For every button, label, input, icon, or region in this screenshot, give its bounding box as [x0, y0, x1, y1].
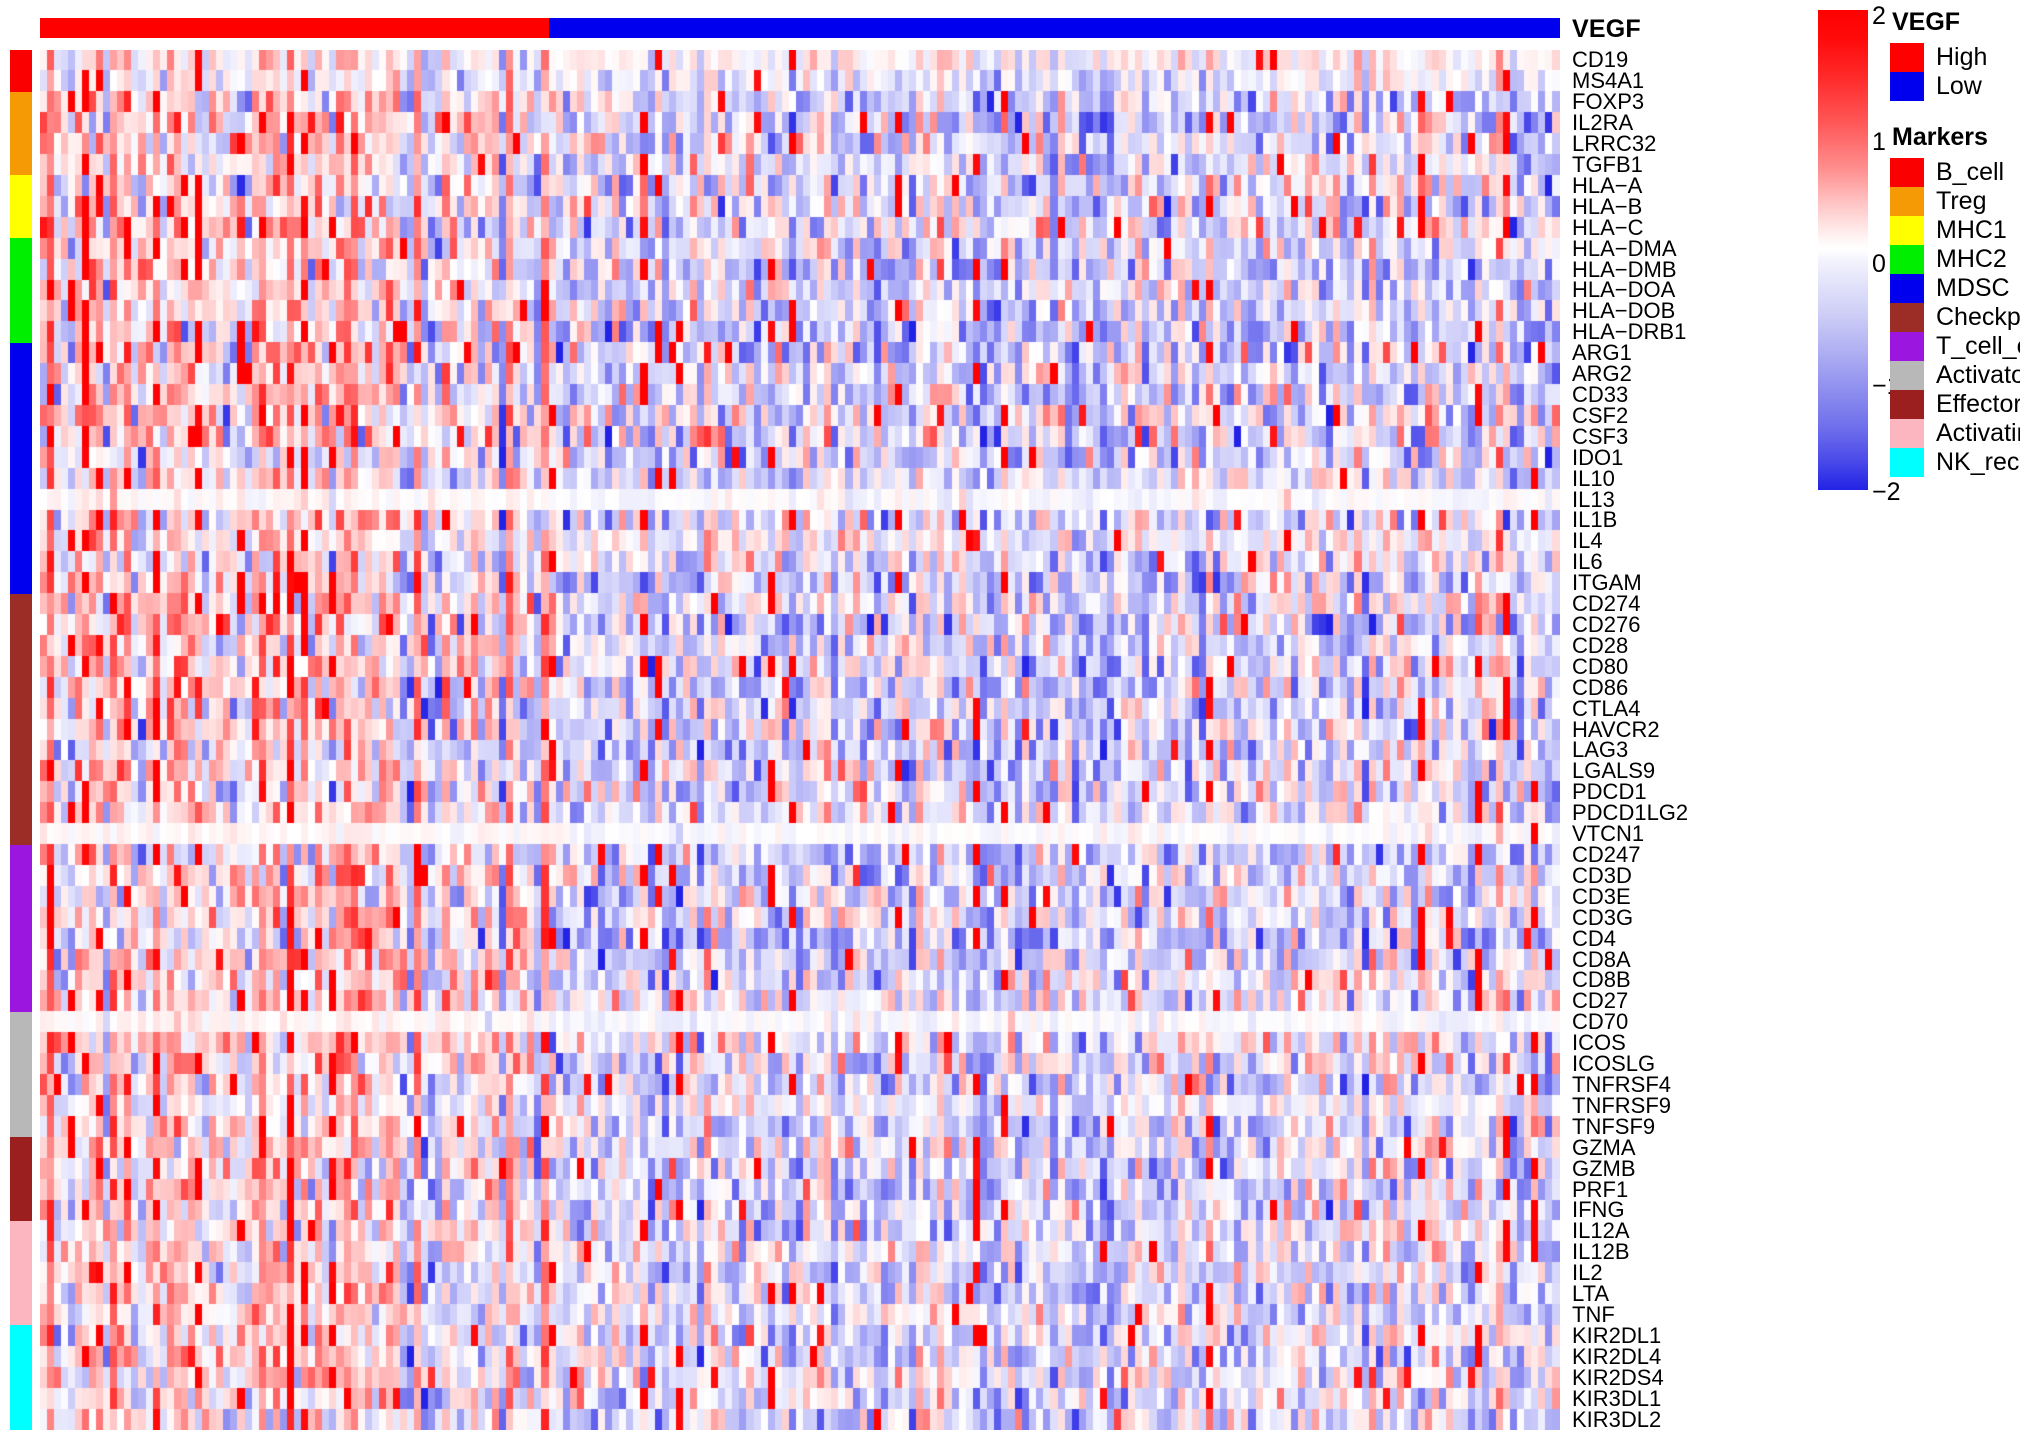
legend-item[interactable]: B_cell [1890, 158, 2020, 187]
legend-item-label: Activating_cytokine [1936, 419, 2020, 447]
vegf-annotation-segment-low [549, 18, 1560, 38]
legend-markers: Markers B_cellTregMHC1MHC2MDSCCheckpointT… [1890, 123, 2020, 477]
legend-item-label: Effector_protein [1936, 390, 2020, 418]
legend-swatch-icon [1890, 303, 1924, 332]
legend-title: VEGF [1892, 8, 1961, 36]
marker-row-annotation-bar [10, 50, 32, 1430]
legend-item[interactable]: T_cell_coreceptor [1890, 332, 2020, 361]
legend-item[interactable]: Effector_protein [1890, 390, 2020, 419]
legend-item-label: NK_receptor [1936, 448, 2020, 476]
legend-item[interactable]: High [1890, 43, 2020, 72]
legend-item[interactable]: Activator [1890, 361, 2020, 390]
row-annotation-treg [10, 91, 32, 176]
legend-item-label: MDSC [1936, 274, 2010, 302]
legend-item-label: Checkpoint [1936, 303, 2020, 331]
legend-column: VEGF High Low Markers B_cell Treg MHC1 MHC2 MDSC… [1890, 8, 2020, 499]
legend-swatch-icon [1890, 419, 1924, 448]
legend-swatch-icon [1890, 390, 1924, 419]
row-annotation-t_cell_coreceptor [10, 844, 32, 1012]
legend-swatch-icon [1890, 187, 1924, 216]
legend-item[interactable]: Treg [1890, 187, 2020, 216]
legend-item[interactable]: MHC2 [1890, 245, 2020, 274]
vegf-annotation-label: VEGF [1572, 15, 1641, 43]
gene-label-column: CD19 MS4A1 FOXP3 IL2RA LRRC32 TGFB1 HLA−A HLA−B… [1572, 49, 1792, 1432]
row-annotation-checkpoint [10, 593, 32, 845]
legend-item[interactable]: MHC1 [1890, 216, 2020, 245]
legend-swatch-icon [1890, 43, 1924, 72]
heatmap-body [40, 50, 1560, 1430]
legend-swatch-icon [1890, 274, 1924, 303]
gene-label: KIR3DL2 [1572, 1406, 1662, 1432]
legend-item-label: Treg [1936, 187, 1987, 215]
legend-item-label: MHC2 [1936, 245, 2007, 273]
legend-item[interactable]: NK_receptor [1890, 448, 2020, 477]
color-scale-tick: 1 [1872, 128, 1886, 156]
legend-item-label: Low [1936, 72, 1982, 100]
color-scale-tick: 0 [1872, 250, 1886, 278]
color-scale-gradient [1818, 10, 1868, 490]
vegf-column-annotation-bar [40, 18, 1560, 38]
row-annotation-mhc2 [10, 238, 32, 343]
legend-item-label: MHC1 [1936, 216, 2007, 244]
legend-item-label: T_cell_coreceptor [1936, 332, 2020, 360]
legend-item[interactable]: Activating_cytokine [1890, 419, 2020, 448]
legend-swatch-icon [1890, 158, 1924, 187]
legend-item[interactable]: Low [1890, 72, 2020, 101]
row-annotation-nk_receptor [10, 1325, 32, 1430]
color-scale-tick: 2 [1872, 2, 1886, 30]
legend-item-label: Activator [1936, 361, 2020, 389]
row-annotation-b_cell [10, 50, 32, 92]
legend-swatch-icon [1890, 332, 1924, 361]
expression-color-scale [1818, 10, 1868, 490]
heatmap-canvas [40, 50, 1560, 1430]
row-annotation-mhc1 [10, 175, 32, 239]
heatmap-figure: VEGF CD19 MS4A1 FOXP3 IL2RA LRRC32 TGFB1 HLA−A… [0, 0, 2020, 1439]
vegf-annotation-segment-high [40, 18, 550, 38]
legend-vegf: VEGF High Low [1890, 8, 2020, 101]
legend-item[interactable]: MDSC [1890, 274, 2020, 303]
row-annotation-effector_protein [10, 1137, 32, 1221]
legend-swatch-icon [1890, 361, 1924, 390]
row-annotation-activator [10, 1011, 32, 1138]
row-annotation-activating_cytokine [10, 1220, 32, 1326]
legend-swatch-icon [1890, 448, 1924, 477]
row-annotation-mdsc [10, 342, 32, 594]
legend-title: Markers [1892, 123, 1988, 151]
legend-item-label: B_cell [1936, 158, 2005, 186]
legend-swatch-icon [1890, 245, 1924, 274]
legend-swatch-icon [1890, 216, 1924, 245]
legend-swatch-icon [1890, 72, 1924, 101]
legend-item[interactable]: Checkpoint [1890, 303, 2020, 332]
legend-item-label: High [1936, 43, 1988, 71]
